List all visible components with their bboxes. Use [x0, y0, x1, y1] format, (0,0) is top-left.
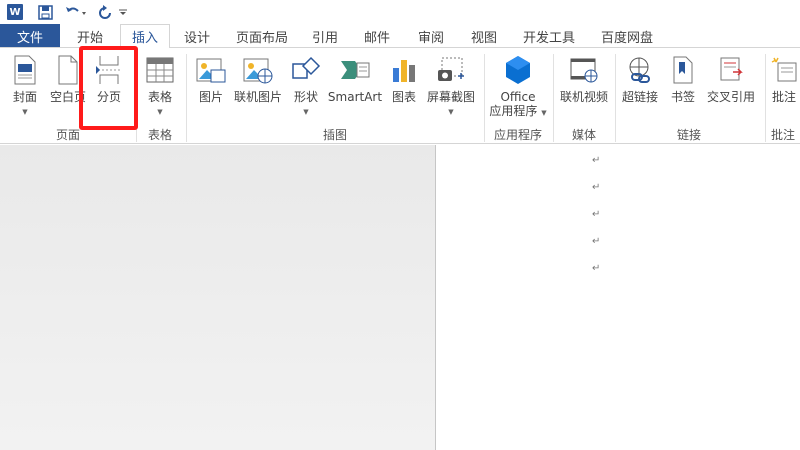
smartart-label: SmartArt: [327, 90, 383, 104]
shapes-label: 形状: [293, 90, 318, 104]
online-video-button[interactable]: 联机视频: [558, 54, 610, 104]
tab-review[interactable]: 审阅: [404, 24, 458, 48]
group-label-comments: 批注: [770, 128, 795, 142]
document-page[interactable]: ↵ ↵ ↵ ↵ ↵: [437, 145, 800, 450]
pictures-button[interactable]: 图片: [194, 54, 228, 104]
cover-page-label: 封面: [12, 90, 37, 104]
picture-icon: [195, 54, 227, 86]
online-video-icon: [568, 54, 600, 86]
table-label: 表格: [147, 90, 172, 104]
online-pictures-button[interactable]: 联机图片: [232, 54, 284, 104]
tab-home[interactable]: 开始: [60, 24, 120, 48]
group-label-illustrations: 插图: [322, 128, 347, 142]
cross-reference-button[interactable]: 交叉引用: [704, 54, 758, 104]
chevron-down-icon: ▼: [303, 108, 309, 116]
group-label-media: 媒体: [571, 128, 596, 142]
group-label-tables: 表格: [147, 128, 172, 142]
ribbon-tabs: 文件 开始 插入 设计 页面布局 引用 邮件 审阅 视图 开发工具 百度网盘: [0, 24, 800, 48]
paragraph-mark: ↵: [592, 236, 601, 247]
cross-reference-label: 交叉引用: [706, 90, 755, 104]
bookmark-icon: [667, 54, 699, 86]
smartart-icon: [339, 54, 371, 86]
tab-insert[interactable]: 插入: [120, 24, 170, 48]
online-pictures-label: 联机图片: [233, 90, 282, 104]
comment-label: 批注: [771, 90, 796, 104]
office-apps-button[interactable]: Office 应用程序 ▼: [488, 54, 548, 120]
bookmark-button[interactable]: 书签: [666, 54, 700, 104]
pictures-label: 图片: [198, 90, 223, 104]
tab-page-layout[interactable]: 页面布局: [224, 24, 300, 48]
chart-button[interactable]: 图表: [388, 54, 420, 104]
quick-access-toolbar: W: [0, 0, 800, 24]
shapes-button[interactable]: 形状 ▼: [290, 54, 322, 117]
tab-file[interactable]: 文件: [0, 24, 60, 48]
table-icon: [144, 54, 176, 86]
table-button[interactable]: 表格 ▼: [142, 54, 178, 117]
online-video-label: 联机视频: [559, 90, 608, 104]
page-break-highlight-box: [79, 46, 138, 130]
tab-view[interactable]: 视图: [458, 24, 510, 48]
document-background: [0, 145, 436, 450]
screenshot-label: 屏幕截图: [426, 90, 475, 104]
word-logo-icon: W: [7, 4, 23, 20]
chevron-down-icon: ▼: [448, 108, 454, 116]
chart-icon: [388, 54, 420, 86]
redo-icon[interactable]: [97, 1, 113, 23]
hyperlink-button[interactable]: 超链接: [620, 54, 660, 104]
group-label-links: 链接: [676, 128, 701, 142]
chevron-down-icon: ▼: [22, 108, 28, 116]
screenshot-button[interactable]: 屏幕截图 ▼: [424, 54, 478, 117]
paragraph-mark: ↵: [592, 209, 601, 220]
tab-references[interactable]: 引用: [300, 24, 350, 48]
hyperlink-label: 超链接: [621, 90, 658, 104]
online-picture-icon: [242, 54, 274, 86]
office-store-icon: [502, 54, 534, 86]
cover-page-icon: [9, 54, 41, 86]
paragraph-mark: ↵: [592, 155, 601, 166]
hyperlink-icon: [624, 54, 656, 86]
group-label-apps: 应用程序: [493, 128, 542, 142]
screenshot-icon: [435, 54, 467, 86]
chart-label: 图表: [391, 90, 416, 104]
tab-developer[interactable]: 开发工具: [510, 24, 588, 48]
customize-toolbar-icon[interactable]: [117, 1, 129, 23]
tab-baidu-netdisk[interactable]: 百度网盘: [588, 24, 666, 48]
new-comment-button[interactable]: 批注: [770, 54, 798, 104]
office-apps-label-line1: Office: [500, 90, 536, 104]
chevron-down-icon: ▼: [541, 109, 547, 117]
paragraph-mark: ↵: [592, 182, 601, 193]
tab-design[interactable]: 设计: [170, 24, 224, 48]
office-apps-label-line2: 应用程序 ▼: [489, 104, 547, 118]
paragraph-mark: ↵: [592, 263, 601, 274]
save-icon[interactable]: [37, 1, 53, 23]
cover-page-button[interactable]: 封面 ▼: [8, 54, 42, 117]
chevron-down-icon: ▼: [157, 108, 163, 116]
tab-mailings[interactable]: 邮件: [350, 24, 404, 48]
smartart-button[interactable]: SmartArt: [328, 54, 382, 104]
cross-reference-icon: [715, 54, 747, 86]
undo-icon[interactable]: [63, 1, 89, 23]
bookmark-label: 书签: [670, 90, 695, 104]
shapes-icon: [290, 54, 322, 86]
comment-icon: [768, 54, 800, 86]
